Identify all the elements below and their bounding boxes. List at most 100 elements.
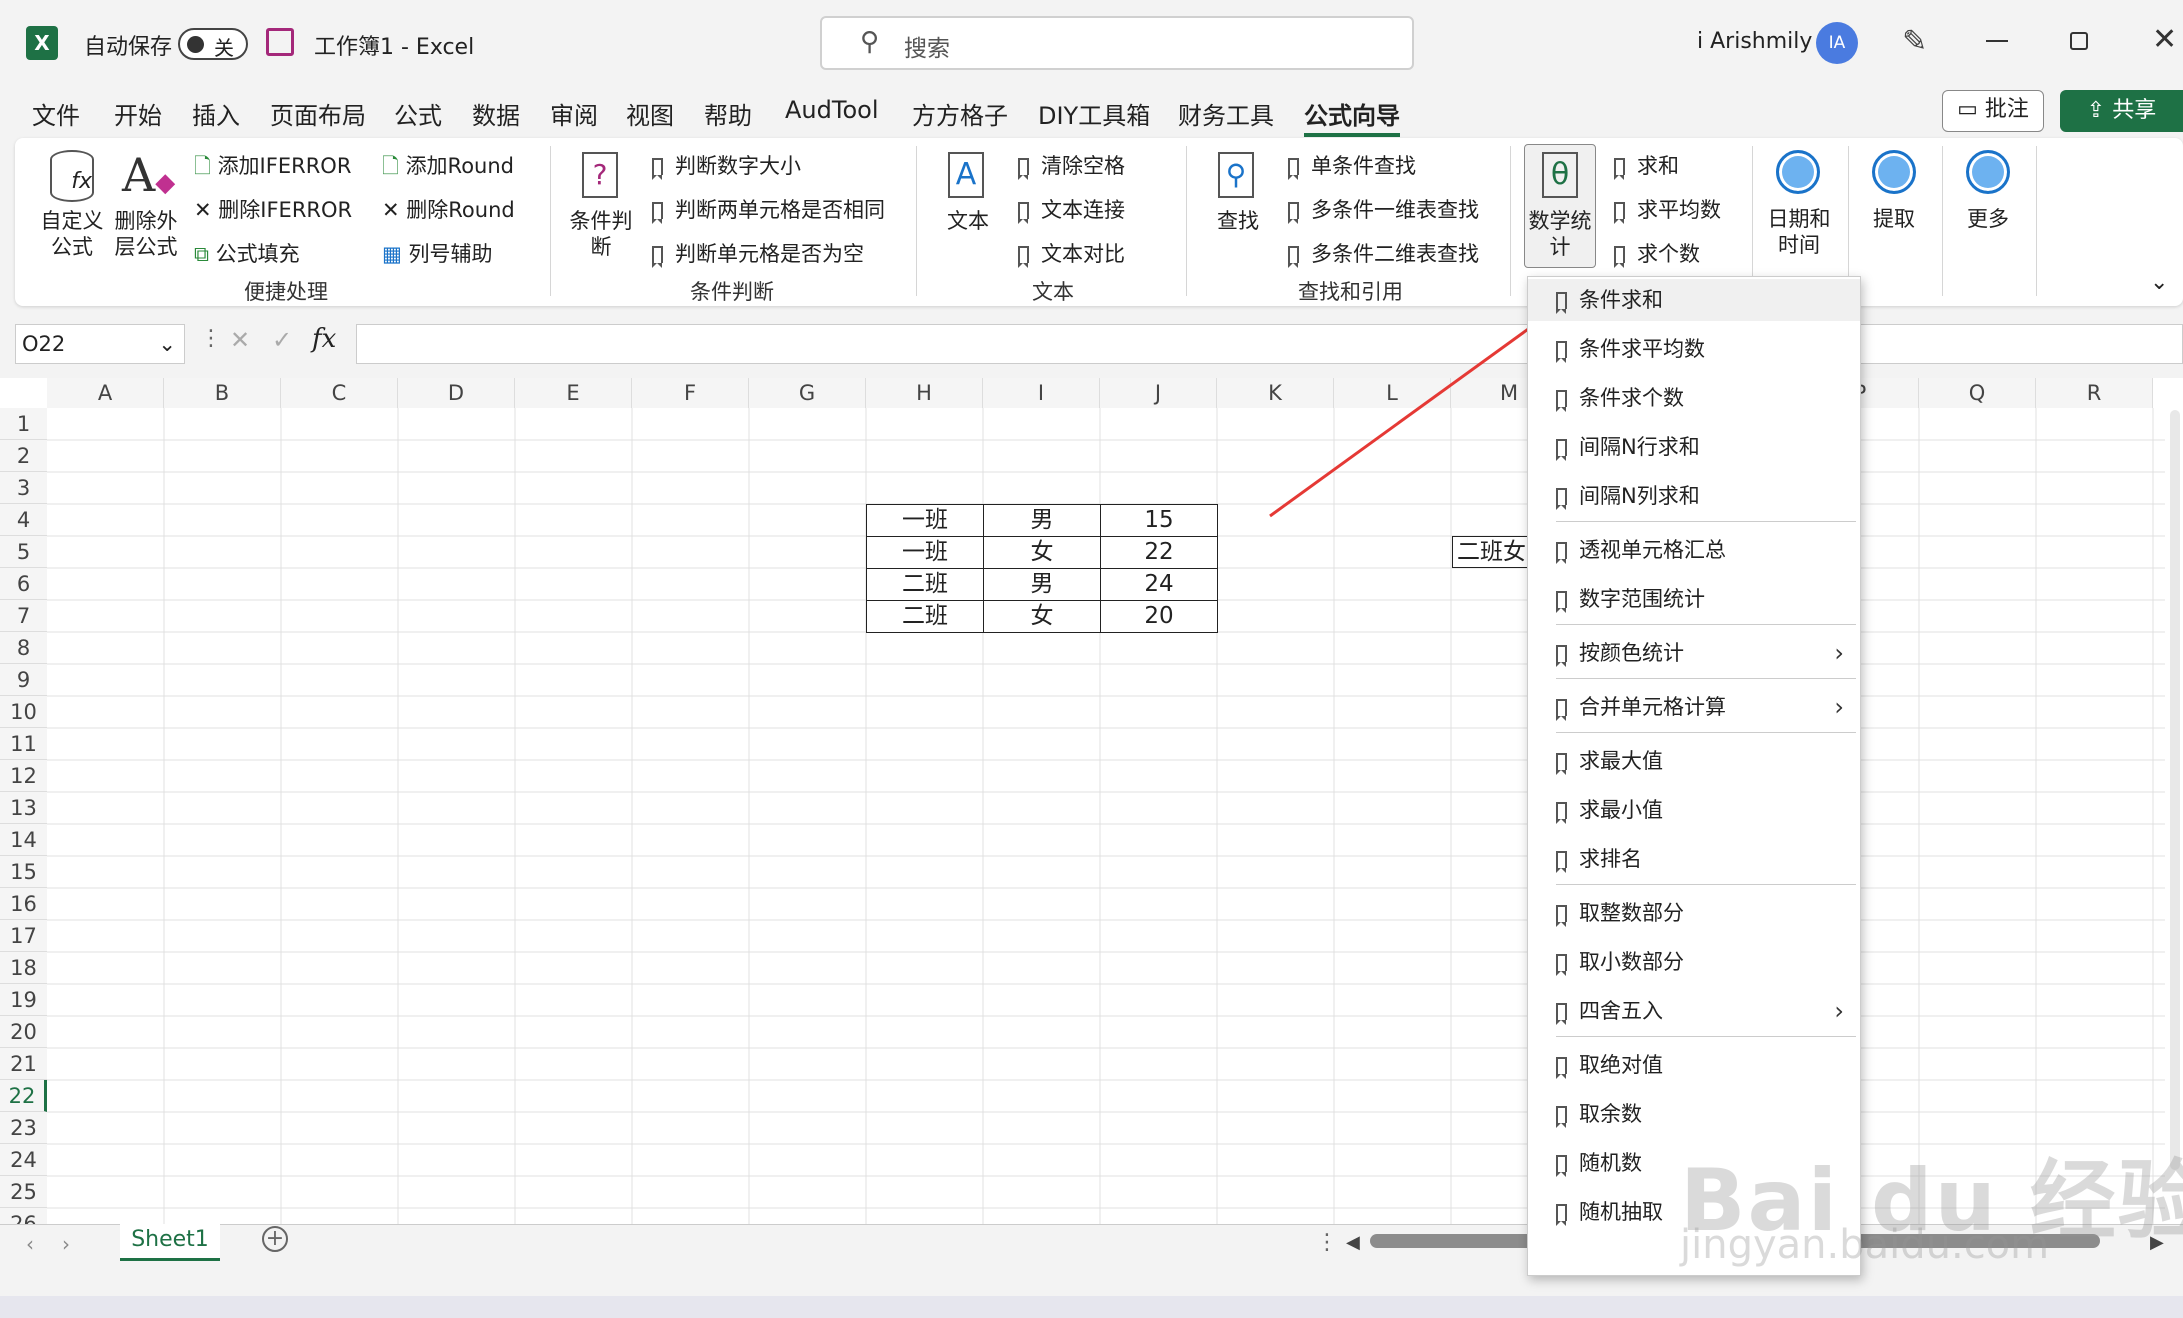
row-header-15[interactable]: 15 (0, 856, 47, 888)
row-header-18[interactable]: 18 (0, 952, 47, 984)
text-button[interactable]: 文本 (940, 208, 996, 234)
sheet-tab[interactable]: Sheet1 (120, 1224, 220, 1261)
dropdown-item[interactable]: 取小数部分 (1528, 941, 1860, 983)
row-header-6[interactable]: 6 (0, 568, 47, 600)
column-header-J[interactable]: J (1100, 378, 1217, 408)
avatar[interactable]: IA (1816, 22, 1858, 64)
clear-spaces-button[interactable]: 清除空格 (1018, 150, 1125, 180)
dropdown-item[interactable]: 取绝对值 (1528, 1044, 1860, 1086)
row-header-22[interactable]: 22 (0, 1080, 47, 1112)
dropdown-item[interactable]: 按颜色统计 › (1528, 632, 1860, 674)
table-cell[interactable]: 15 (1100, 504, 1218, 537)
row-header-8[interactable]: 8 (0, 632, 47, 664)
row-header-11[interactable]: 11 (0, 728, 47, 760)
row-header-20[interactable]: 20 (0, 1016, 47, 1048)
close-icon[interactable]: ✕ (2152, 22, 2177, 57)
dropdown-item[interactable]: 数字范围统计 (1528, 578, 1860, 620)
tab-review[interactable]: 审阅 (550, 96, 598, 131)
judge-empty-button[interactable]: 判断单元格是否为空 (652, 238, 864, 268)
table-cell[interactable]: 一班 (866, 504, 984, 537)
row-header-7[interactable]: 7 (0, 600, 47, 632)
insert-function-icon[interactable]: fx (312, 324, 336, 354)
minimize-icon[interactable] (1986, 40, 2008, 42)
row-header-19[interactable]: 19 (0, 984, 47, 1016)
row-header-2[interactable]: 2 (0, 440, 47, 472)
more-button[interactable]: 更多 (1956, 206, 2020, 232)
tab-home[interactable]: 开始 (114, 96, 162, 131)
dropdown-item[interactable]: 间隔N列求和 (1528, 475, 1860, 517)
tab-audtool[interactable]: AudTool (785, 96, 878, 124)
row-header-14[interactable]: 14 (0, 824, 47, 856)
math-stats-button[interactable]: 数学统计 (1526, 208, 1594, 260)
dropdown-item[interactable]: 取余数 (1528, 1093, 1860, 1135)
row-header-21[interactable]: 21 (0, 1048, 47, 1080)
extract-button[interactable]: 提取 (1862, 206, 1926, 232)
add-round-button[interactable]: 🗋 添加Round (382, 150, 514, 187)
name-box[interactable]: O22 ⌄ (15, 324, 185, 364)
save-icon[interactable] (266, 28, 294, 56)
column-header-R[interactable]: R (2036, 378, 2153, 408)
ribbon-collapse-chevron-icon[interactable]: ⌄ (2150, 270, 2168, 295)
column-header-B[interactable]: B (164, 378, 281, 408)
dropdown-item[interactable]: 求最小值 (1528, 789, 1860, 831)
row-header-24[interactable]: 24 (0, 1144, 47, 1176)
table-cell[interactable]: 男 (983, 504, 1101, 537)
col-helper-button[interactable]: ▦ 列号辅助 (382, 238, 493, 268)
dropdown-item[interactable]: 条件求个数 (1528, 377, 1860, 419)
column-header-D[interactable]: D (398, 378, 515, 408)
tab-view[interactable]: 视图 (626, 96, 674, 131)
tab-data[interactable]: 数据 (472, 96, 520, 131)
more-options-icon[interactable]: ⋮ (200, 326, 222, 351)
dropdown-item[interactable]: 合并单元格计算 › (1528, 686, 1860, 728)
tab-file[interactable]: 文件 (32, 96, 80, 131)
table-cell[interactable]: 二班 (866, 600, 984, 633)
tab-diy-toolbox[interactable]: DIY工具箱 (1038, 96, 1150, 131)
datetime-button[interactable]: 日期和时间 (1764, 206, 1834, 258)
del-round-button[interactable]: ✕ 删除Round (382, 194, 515, 224)
condition-judge-button[interactable]: 条件判断 (566, 208, 636, 260)
column-header-E[interactable]: E (515, 378, 632, 408)
column-header-A[interactable]: A (47, 378, 164, 408)
row-header-25[interactable]: 25 (0, 1176, 47, 1208)
dropdown-item[interactable]: 四舍五入 › (1528, 990, 1860, 1032)
table-cell[interactable]: 女 (983, 536, 1101, 569)
dropdown-item[interactable]: 间隔N行求和 (1528, 426, 1860, 468)
row-header-1[interactable]: 1 (0, 408, 47, 440)
multi-1d-lookup-button[interactable]: 多条件一维表查找 (1288, 194, 1479, 224)
column-header-F[interactable]: F (632, 378, 749, 408)
tab-formula-wizard[interactable]: 公式向导 (1304, 96, 1400, 137)
table-cell[interactable]: 24 (1100, 568, 1218, 601)
row-header-23[interactable]: 23 (0, 1112, 47, 1144)
table-cell[interactable]: 二班 (866, 568, 984, 601)
dropdown-item[interactable]: 求排名 (1528, 838, 1860, 880)
sum-button[interactable]: 求和 (1614, 150, 1679, 180)
del-iferror-button[interactable]: ✕ 删除IFERROR (194, 194, 352, 224)
column-header-C[interactable]: C (281, 378, 398, 408)
dropdown-item[interactable]: 透视单元格汇总 (1528, 529, 1860, 571)
search-box[interactable]: ⚲ 搜索 (820, 16, 1414, 70)
pen-icon[interactable]: ✎ (1902, 24, 1927, 59)
row-header-5[interactable]: 5 (0, 536, 47, 568)
dropdown-item[interactable]: 求最大值 (1528, 740, 1860, 782)
scroll-left-icon[interactable]: ◀ (1346, 1232, 1360, 1253)
table-cell[interactable]: 20 (1100, 600, 1218, 633)
column-header-I[interactable]: I (983, 378, 1100, 408)
table-cell[interactable]: 22 (1100, 536, 1218, 569)
tab-page-layout[interactable]: 页面布局 (270, 96, 366, 131)
tab-formulas[interactable]: 公式 (394, 96, 442, 131)
share-button[interactable]: ⇪ 共享 (2060, 90, 2183, 132)
add-iferror-button[interactable]: 🗋 添加IFERROR (194, 150, 351, 187)
tab-finance-tools[interactable]: 财务工具 (1178, 96, 1274, 131)
row-header-17[interactable]: 17 (0, 920, 47, 952)
remove-outer-button[interactable]: 删除外层公式 (114, 208, 178, 260)
text-concat-button[interactable]: 文本连接 (1018, 194, 1125, 224)
confirm-icon[interactable]: ✓ (272, 326, 292, 354)
column-header-G[interactable]: G (749, 378, 866, 408)
dropdown-item[interactable]: 取整数部分 (1528, 892, 1860, 934)
add-sheet-icon[interactable]: + (262, 1226, 288, 1252)
count-button[interactable]: 求个数 (1614, 238, 1700, 268)
tab-insert[interactable]: 插入 (192, 96, 240, 131)
user-name[interactable]: i Arishmily (1697, 29, 1812, 54)
vertical-scrollbar[interactable] (2170, 410, 2180, 1170)
tab-fangfanggezi[interactable]: 方方格子 (912, 96, 1008, 131)
